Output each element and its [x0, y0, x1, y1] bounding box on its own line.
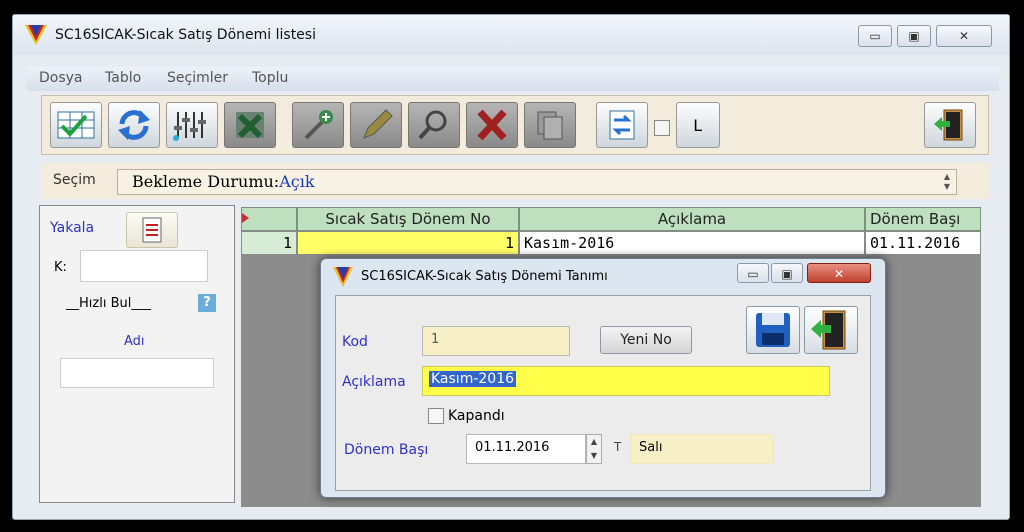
kod-field[interactable]: 1: [422, 326, 570, 356]
exit-door-icon: [811, 310, 846, 350]
col-header-donem-no[interactable]: Sıcak Satış Dönem No: [297, 207, 519, 231]
excel-export-button[interactable]: [224, 102, 276, 148]
search-icon: [418, 110, 447, 140]
donem-basi-label: Dönem Başı: [344, 442, 429, 458]
close-button[interactable]: ✕: [936, 25, 992, 47]
filter-settings-button[interactable]: [166, 102, 218, 148]
save-button[interactable]: [746, 306, 800, 354]
delete-icon: [477, 109, 507, 141]
yakala-label: Yakala: [50, 220, 95, 236]
adi-label: Adı: [124, 334, 145, 349]
kod-label: Kod: [342, 334, 368, 350]
add-icon: [304, 110, 333, 140]
secim-label: Seçim: [53, 172, 96, 188]
t-label: T: [614, 440, 622, 454]
aciklama-selected-text: Kasım-2016: [429, 371, 517, 387]
gun-field: Salı: [630, 434, 774, 464]
delete-button[interactable]: [466, 102, 518, 148]
search-panel: Yakala K: __Hızlı Bul___ ? Adı: [39, 205, 235, 503]
window-title: SC16SICAK-Sıcak Satış Dönemi listesi: [55, 27, 316, 43]
selection-row: Seçim Bekleme Durumu:Açık ▲ ▼: [41, 163, 989, 199]
menu-toplu[interactable]: Toplu: [252, 70, 288, 86]
aciklama-field[interactable]: Kasım-2016: [422, 366, 830, 396]
yeni-no-button[interactable]: Yeni No: [600, 326, 692, 354]
dialog-body: Kod 1 Yeni No Açıklama Kasım-2016 Kapand…: [335, 295, 871, 491]
hizli-bul-label: __Hızlı Bul___: [66, 296, 151, 311]
help-icon[interactable]: ?: [198, 294, 216, 312]
maximize-button[interactable]: ▣: [897, 25, 931, 47]
date-spin-button[interactable]: ▲ ▼: [586, 434, 602, 464]
row-indicator-header: [241, 207, 297, 231]
dialog-title: SC16SICAK-Sıcak Satış Dönemi Tanımı: [361, 269, 608, 284]
table-cell-donem-no[interactable]: 1: [297, 231, 519, 255]
title-bar: SC16SICAK-Sıcak Satış Dönemi listesi ▭ ▣…: [13, 15, 1009, 55]
menu-dosya[interactable]: Dosya: [39, 70, 83, 86]
k-input[interactable]: [80, 250, 208, 282]
minimize-button[interactable]: ▭: [858, 25, 892, 47]
k-label: K:: [54, 260, 67, 275]
grid-check-icon: [57, 111, 95, 139]
l-button[interactable]: L: [676, 102, 720, 148]
exit-button[interactable]: [924, 102, 976, 148]
refresh-button[interactable]: [108, 102, 160, 148]
exit-door-icon: [934, 109, 963, 141]
app-logo-icon: [25, 25, 47, 45]
secim-field[interactable]: Bekleme Durumu:Açık ▲ ▼: [117, 169, 957, 195]
excel-icon: [236, 112, 264, 139]
add-button[interactable]: [292, 102, 344, 148]
copy-button[interactable]: [524, 102, 576, 148]
secim-value: Bekleme Durumu:Açık: [132, 172, 315, 191]
menu-secimler[interactable]: Seçimler: [167, 70, 228, 86]
l-checkbox[interactable]: [654, 120, 670, 136]
donem-basi-date-field[interactable]: 01.11.2016: [466, 434, 586, 464]
secim-spin-icon[interactable]: ▲ ▼: [940, 172, 954, 192]
dialog-exit-button[interactable]: [804, 306, 858, 354]
kapandi-label: Kapandı: [448, 408, 505, 424]
menu-tablo[interactable]: Tablo: [105, 70, 141, 86]
toolbar: L: [41, 95, 989, 155]
col-header-donem-basi[interactable]: Dönem Başı: [865, 207, 981, 231]
adi-input[interactable]: [60, 358, 214, 388]
transfer-icon: [609, 110, 635, 140]
edit-icon: [363, 109, 393, 139]
table-cell-donem-basi[interactable]: 01.11.2016: [865, 231, 981, 255]
copy-icon: [537, 111, 563, 140]
kapandi-checkbox[interactable]: [428, 408, 444, 424]
refresh-icon: [118, 110, 150, 140]
menu-bar: Dosya Tablo Seçimler Toplu: [27, 67, 999, 91]
aciklama-label: Açıklama: [342, 374, 406, 390]
table-row-number[interactable]: 1: [241, 231, 297, 255]
dialog-minimize-button[interactable]: ▭: [737, 263, 769, 283]
dialog-close-button[interactable]: ✕: [807, 263, 871, 283]
equalizer-icon: [173, 112, 206, 141]
current-row-arrow-icon: [242, 213, 249, 223]
transfer-button[interactable]: [596, 102, 648, 148]
floppy-disk-icon: [756, 313, 790, 347]
table-cell-aciklama[interactable]: Kasım-2016: [519, 231, 865, 255]
dialog-logo-icon: [333, 267, 353, 287]
yakala-button[interactable]: [126, 212, 178, 248]
dialog-maximize-button[interactable]: ▣: [771, 263, 803, 283]
definition-dialog: SC16SICAK-Sıcak Satış Dönemi Tanımı ▭ ▣ …: [320, 258, 886, 498]
col-header-aciklama[interactable]: Açıklama: [519, 207, 865, 231]
edit-button[interactable]: [350, 102, 402, 148]
document-icon: [142, 217, 162, 243]
grid-check-button[interactable]: [50, 102, 102, 148]
search-button[interactable]: [408, 102, 460, 148]
